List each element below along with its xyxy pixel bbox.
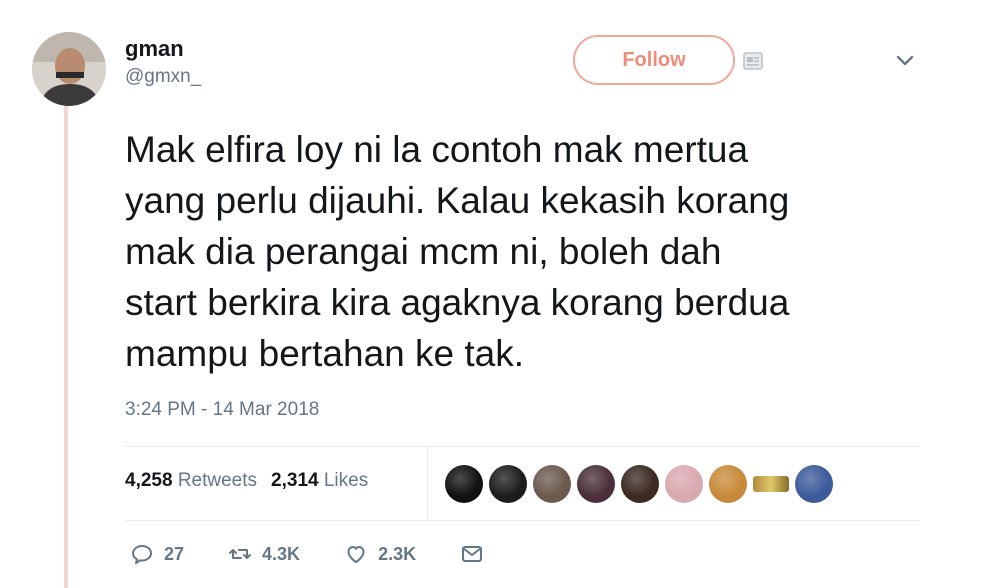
engagement-stats: 4,258 Retweets 2,314 Likes (125, 470, 368, 492)
retweet-count: 4.3K (262, 543, 301, 564)
reply-icon (132, 545, 152, 564)
like-count: 2.3K (378, 543, 417, 564)
liker-avatar-6[interactable] (665, 465, 703, 503)
reply-button[interactable]: 27 (130, 542, 184, 566)
follow-button[interactable]: Follow (573, 35, 735, 85)
divider-bottom (125, 520, 920, 521)
tweet-actions: 27 4.3K 2.3K (130, 542, 528, 566)
likes-stat[interactable]: 2,314 Likes (271, 470, 368, 492)
like-button[interactable]: 2.3K (344, 542, 416, 566)
stats-separator (427, 446, 428, 521)
liker-avatar-4[interactable] (577, 465, 615, 503)
liker-avatars (445, 465, 833, 503)
avatar[interactable] (32, 32, 106, 106)
tweet-timestamp[interactable]: 3:24 PM - 14 Mar 2018 (125, 399, 319, 421)
heart-icon (347, 546, 365, 563)
thread-line (64, 104, 68, 588)
user-handle[interactable]: @gmxn_ (125, 66, 201, 88)
avatar-image (32, 32, 106, 106)
retweet-button[interactable]: 4.3K (228, 542, 300, 566)
retweets-count: 4,258 (125, 470, 173, 491)
liker-avatar-9[interactable] (795, 465, 833, 503)
envelope-icon (462, 546, 483, 562)
likes-label: Likes (323, 470, 369, 491)
liker-avatar-8[interactable] (753, 476, 789, 492)
direct-message-button[interactable] (460, 542, 484, 566)
liker-avatar-2[interactable] (489, 465, 527, 503)
liker-avatar-3[interactable] (533, 465, 571, 503)
liker-avatar-7[interactable] (709, 465, 747, 503)
liker-avatar-5[interactable] (621, 465, 659, 503)
chevron-down-icon[interactable] (894, 54, 916, 68)
tweet-text: Mak elfira loy ni la contoh mak mertua y… (125, 129, 790, 374)
divider-top (125, 446, 920, 447)
display-name[interactable]: gman (125, 36, 184, 62)
retweets-stat[interactable]: 4,258 Retweets (125, 470, 257, 492)
card-icon[interactable] (743, 52, 763, 70)
reply-count: 27 (164, 543, 185, 564)
retweet-icon (229, 549, 252, 559)
liker-avatar-1[interactable] (445, 465, 483, 503)
retweets-label: Retweets (177, 470, 258, 491)
likes-count: 2,314 (271, 470, 319, 491)
